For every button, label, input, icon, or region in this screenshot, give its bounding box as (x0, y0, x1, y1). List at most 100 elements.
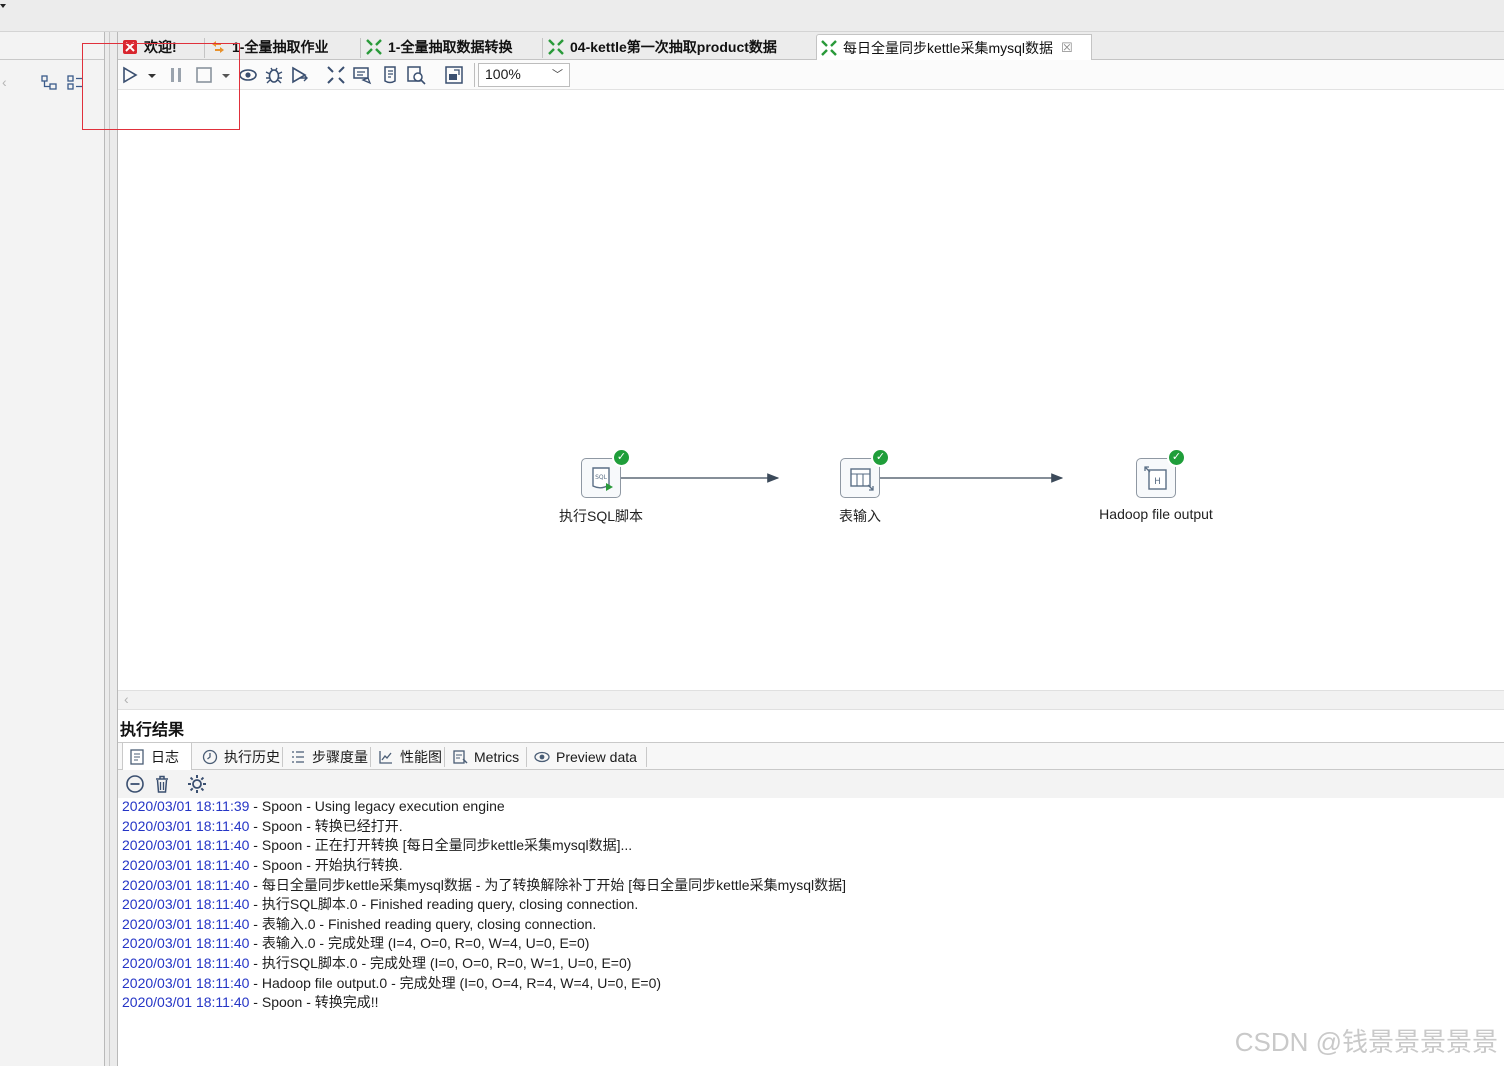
log-line: 2020/03/01 18:11:40 - 表输入.0 - 完成处理 (I=4,… (122, 933, 589, 953)
tab-label: 1-全量抽取数据转换 (388, 39, 513, 55)
metrics-icon (453, 749, 468, 764)
tab-separator (542, 38, 543, 58)
tab-separator (370, 747, 371, 767)
step-table-input[interactable]: ✓ (840, 448, 890, 498)
transformation-icon (548, 39, 564, 55)
tab-performance-graph[interactable]: 性能图 (372, 743, 444, 770)
tab-label: 步骤度量 (312, 748, 368, 765)
collapse-chevron-icon[interactable]: ‹ (2, 74, 7, 90)
preview-icon[interactable] (238, 65, 258, 85)
log-message: - Spoon - 转换已经打开. (249, 818, 403, 834)
log-line: 2020/03/01 18:11:40 - Spoon - 正在打开转换 [每日… (122, 835, 632, 855)
zoom-select[interactable]: 100% ﹀ (478, 63, 570, 87)
tab-separator (526, 747, 527, 767)
tab-label: 性能图 (400, 748, 442, 765)
debug-icon[interactable] (264, 65, 284, 85)
step-label: Hadoop file output (1099, 506, 1213, 522)
log-message: - 表输入.0 - Finished reading query, closin… (249, 916, 597, 932)
step-label: 表输入 (839, 508, 881, 524)
transformation-canvas[interactable]: SQL ✓ 执行SQL脚本 ✓ 表输入 H ✓ Hadoop file outp… (118, 90, 1504, 690)
step-label: 执行SQL脚本 (558, 508, 643, 524)
step-hadoop-file-output[interactable]: H ✓ (1136, 448, 1186, 498)
log-message: - 执行SQL脚本.0 - Finished reading query, cl… (249, 896, 639, 912)
execution-results-title: 执行结果 (120, 722, 185, 739)
log-message: - Hadoop file output.0 - 完成处理 (I=0, O=4,… (249, 975, 662, 991)
tab-label: 日志 (151, 748, 179, 765)
log-timestamp: 2020/03/01 18:11:39 (122, 798, 250, 814)
log-line: 2020/03/01 18:11:40 - 每日全量同步kettle采集mysq… (122, 875, 846, 895)
tab-kettle-product-extract[interactable]: 04-kettle第一次抽取product数据 (544, 34, 814, 60)
tab-metrics[interactable]: Metrics (446, 743, 526, 770)
log-icon (130, 748, 144, 765)
chevron-down-icon: ﹀ (552, 69, 563, 81)
tab-separator (444, 747, 445, 767)
csdn-watermark: CSDN @钱景景景景景 (1234, 1027, 1498, 1057)
step-sql-script[interactable]: SQL ✓ (581, 448, 631, 498)
log-message: - Spoon - Using legacy execution engine (249, 798, 505, 814)
results-tab-bar: 日志 执行历史 步骤度量 性能图 Metrics Preview data (118, 742, 1504, 770)
editor-tab-bar: 欢迎! 1-全量抽取作业 1-全量抽取数据转换 04-kettle第一次抽取pr… (118, 32, 1504, 60)
log-line: 2020/03/01 18:11:40 - 执行SQL脚本.0 - 完成处理 (… (122, 953, 631, 973)
log-line: 2020/03/01 18:11:40 - Spoon - 转换完成!! (122, 992, 379, 1012)
hide-icon[interactable] (124, 773, 146, 795)
log-message: - 表输入.0 - 完成处理 (I=4, O=0, R=0, W=4, U=0,… (249, 935, 590, 951)
tab-separator (282, 747, 283, 767)
panel-splitter[interactable] (104, 32, 118, 1066)
transformation-toolbar: 100% ﹀ (118, 60, 1504, 90)
log-timestamp: 2020/03/01 18:11:40 (122, 877, 250, 893)
log-line: 2020/03/01 18:11:40 - 表输入.0 - Finished r… (122, 914, 596, 934)
log-settings-icon[interactable] (186, 773, 208, 795)
log-timestamp: 2020/03/01 18:11:40 (122, 916, 250, 932)
log-timestamp: 2020/03/01 18:11:40 (122, 857, 250, 873)
highlight-annotation-box (82, 43, 240, 130)
svg-text:H: H (1154, 477, 1161, 487)
clear-log-icon[interactable] (151, 773, 173, 795)
tab-log[interactable]: 日志 (122, 743, 192, 770)
canvas-horizontal-scrollbar[interactable]: ‹ (118, 690, 1504, 710)
log-timestamp: 2020/03/01 18:11:40 (122, 994, 250, 1010)
svg-text:SQL: SQL (595, 474, 608, 481)
show-results-icon[interactable] (444, 65, 464, 85)
menu-triangle-icon[interactable] (0, 4, 6, 8)
tab-label: 每日全量同步kettle采集mysql数据 (843, 39, 1054, 56)
tab-step-metrics[interactable]: 步骤度量 (284, 743, 370, 770)
replay-icon[interactable] (290, 65, 310, 85)
hop-layer (620, 473, 1064, 483)
scroll-left-icon[interactable]: ‹ (124, 691, 129, 707)
log-timestamp: 2020/03/01 18:11:40 (122, 896, 250, 912)
log-line: 2020/03/01 18:11:39 - Spoon - Using lega… (122, 796, 505, 816)
log-toolbar (118, 770, 1504, 798)
step-metrics-icon (292, 750, 304, 763)
log-timestamp: 2020/03/01 18:11:40 (122, 935, 250, 951)
zoom-value: 100% (485, 66, 521, 82)
tab-label: Metrics (474, 748, 520, 765)
sql-icon[interactable] (380, 65, 400, 85)
expand-tree-icon[interactable] (40, 74, 58, 92)
history-icon (202, 749, 218, 764)
title-strip (0, 0, 1504, 32)
tab-close-icon[interactable]: ☒ (1061, 40, 1073, 56)
impact-icon[interactable] (352, 65, 372, 85)
success-check-icon: ✓ (1167, 448, 1186, 467)
preview-data-icon (534, 751, 550, 762)
tab-label: 04-kettle第一次抽取product数据 (570, 39, 777, 55)
log-message: - 每日全量同步kettle采集mysql数据 - 为了转换解除补丁开始 [每日… (249, 877, 847, 893)
log-line: 2020/03/01 18:11:40 - Spoon - 转换已经打开. (122, 816, 403, 836)
transformation-icon (366, 39, 382, 55)
log-message: - Spoon - 转换完成!! (249, 994, 379, 1010)
tab-history[interactable]: 执行历史 (196, 743, 282, 770)
log-line: 2020/03/01 18:11:40 - 执行SQL脚本.0 - Finish… (122, 894, 638, 914)
tab-daily-mysql-sync[interactable]: 每日全量同步kettle采集mysql数据 ☒ (816, 34, 1092, 60)
tab-separator (646, 747, 647, 767)
log-timestamp: 2020/03/01 18:11:40 (122, 975, 250, 991)
log-timestamp: 2020/03/01 18:11:40 (122, 955, 250, 971)
verify-icon[interactable] (326, 65, 346, 85)
transformation-icon (821, 39, 837, 56)
explore-db-icon[interactable] (406, 65, 426, 85)
tab-preview-data[interactable]: Preview data (528, 743, 646, 770)
tab-label: 1-全量抽取作业 (232, 39, 329, 55)
performance-graph-icon (379, 750, 392, 764)
tab-label: 执行历史 (224, 748, 280, 765)
log-line: 2020/03/01 18:11:40 - Hadoop file output… (122, 973, 661, 993)
tab-full-extract-transform[interactable]: 1-全量抽取数据转换 (362, 34, 540, 60)
